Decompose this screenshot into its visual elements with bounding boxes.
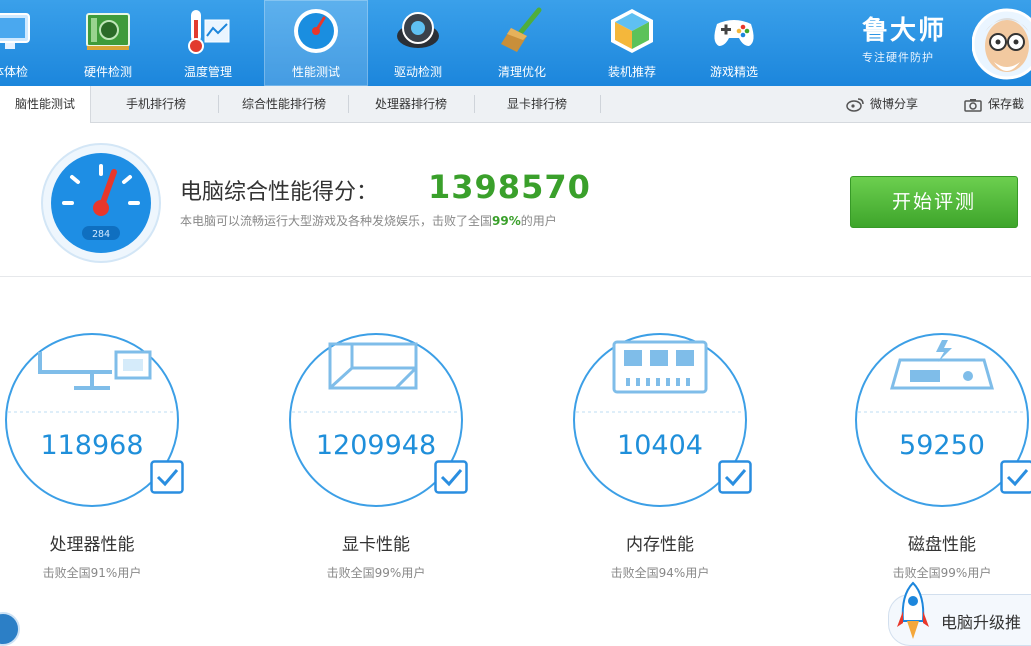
mascot-avatar-icon[interactable] — [972, 2, 1031, 82]
memory-score: 10404 — [570, 430, 750, 461]
gear-disk-icon — [393, 6, 443, 56]
circuit-board-icon — [83, 6, 133, 56]
tab-separator — [218, 95, 219, 113]
start-benchmark-button[interactable]: 开始评测 — [850, 176, 1018, 228]
section-divider — [0, 276, 1031, 277]
toolbar-item-label: 游戏精选 — [682, 63, 786, 80]
cube-icon — [607, 6, 657, 56]
toolbar-item-label: 性能测试 — [264, 63, 368, 80]
save-screenshot-button[interactable]: 保存截 — [964, 86, 1024, 122]
app-corner-logo-icon — [0, 612, 20, 646]
brand: 鲁大师 专注硬件防护 — [862, 10, 946, 65]
checkbox-checked-icon[interactable] — [150, 460, 184, 494]
toolbar-item-hardware[interactable]: 硬件检测 — [56, 0, 160, 86]
toolbar-item-label: 驱动检测 — [366, 63, 470, 80]
score-desc-prefix: 本电脑可以流畅运行大型游戏及各种发烧娱乐，击败了全国 — [180, 214, 492, 228]
tab-overall-ranking[interactable]: 综合性能排行榜 — [222, 86, 346, 122]
toolbar-item-label: 硬件检测 — [56, 63, 160, 80]
memory-title: 内存性能 — [570, 530, 750, 555]
memory-rank-text: 击败全国94%用户 — [570, 564, 750, 581]
gpu-performance-card[interactable]: 1209948 显卡性能 击败全国99%用户 — [286, 330, 486, 590]
memory-performance-card[interactable]: 10404 内存性能 击败全国94%用户 — [570, 330, 770, 590]
tab-cpu-ranking[interactable]: 处理器排行榜 — [352, 86, 470, 122]
tab-separator — [600, 95, 601, 113]
speedometer-icon — [291, 6, 341, 56]
score-value: 1398570 — [428, 168, 591, 206]
tab-performance-test[interactable]: 脑性能测试 — [0, 86, 91, 123]
toolbar-item-cleanup[interactable]: 清理优化 — [470, 0, 574, 86]
toolbar-item-checkup[interactable]: 体体检 — [0, 0, 62, 86]
camera-icon — [964, 98, 982, 112]
disk-title: 磁盘性能 — [852, 530, 1031, 555]
tab-gpu-ranking[interactable]: 显卡排行榜 — [478, 86, 596, 122]
toolbar-item-label: 装机推荐 — [580, 63, 684, 80]
weibo-share-label: 微博分享 — [870, 97, 918, 111]
sub-tab-bar: 脑性能测试 手机排行榜 综合性能排行榜 处理器排行榜 显卡排行榜 微博分享 保存… — [0, 86, 1031, 123]
checkbox-checked-icon[interactable] — [1000, 460, 1031, 494]
toolbar-item-temperature[interactable]: 温度管理 — [156, 0, 260, 86]
weibo-share-button[interactable]: 微博分享 — [846, 86, 918, 122]
score-desc-suffix: 的用户 — [521, 214, 557, 228]
thermometer-icon — [183, 6, 233, 56]
score-title: 电脑综合性能得分： — [180, 174, 378, 206]
checkbox-checked-icon[interactable] — [718, 460, 752, 494]
cpu-performance-card[interactable]: 118968 处理器性能 击败全国91%用户 — [2, 330, 202, 590]
toolbar-item-games[interactable]: 游戏精选 — [682, 0, 786, 86]
broom-icon — [497, 6, 547, 56]
checkbox-checked-icon[interactable] — [434, 460, 468, 494]
toolbar-item-label: 体体检 — [0, 63, 62, 80]
rocket-icon — [895, 581, 931, 643]
score-description: 本电脑可以流畅运行大型游戏及各种发烧娱乐，击败了全国99%的用户 — [180, 212, 557, 229]
brand-name: 鲁大师 — [862, 10, 946, 47]
gpu-score: 1209948 — [286, 430, 466, 461]
upgrade-recommend-label: 电脑升级推 — [941, 609, 1021, 633]
tab-separator — [474, 95, 475, 113]
toolbar-item-label: 温度管理 — [156, 63, 260, 80]
disk-performance-card[interactable]: 59250 磁盘性能 击败全国99%用户 — [852, 330, 1031, 590]
weibo-icon — [846, 98, 864, 112]
cpu-rank-text: 击败全国91%用户 — [2, 564, 182, 581]
gauge-label: 284 — [92, 229, 110, 240]
tab-phone-ranking[interactable]: 手机排行榜 — [100, 86, 212, 122]
cpu-score: 118968 — [2, 430, 182, 461]
performance-gauge-icon: 284 — [40, 142, 162, 264]
upgrade-recommend-button[interactable]: 电脑升级推 — [888, 594, 1031, 646]
disk-score: 59250 — [852, 430, 1031, 461]
toolbar-item-label: 清理优化 — [470, 63, 574, 80]
gpu-title: 显卡性能 — [286, 530, 466, 555]
toolbar-item-recommend[interactable]: 装机推荐 — [580, 0, 684, 86]
tab-separator — [348, 95, 349, 113]
disk-rank-text: 击败全国99%用户 — [852, 564, 1031, 581]
brand-slogan: 专注硬件防护 — [862, 49, 946, 65]
gpu-rank-text: 击败全国99%用户 — [286, 564, 466, 581]
cpu-title: 处理器性能 — [2, 530, 182, 555]
toolbar-item-driver[interactable]: 驱动检测 — [366, 0, 470, 86]
top-toolbar: 体体检 硬件检测 温度管理 性能测试 — [0, 0, 1031, 86]
monitor-icon — [0, 6, 35, 56]
gamepad-icon — [709, 6, 759, 56]
save-screenshot-label: 保存截 — [988, 97, 1024, 111]
toolbar-item-performance[interactable]: 性能测试 — [264, 0, 368, 86]
score-desc-percent: 99% — [492, 214, 521, 228]
